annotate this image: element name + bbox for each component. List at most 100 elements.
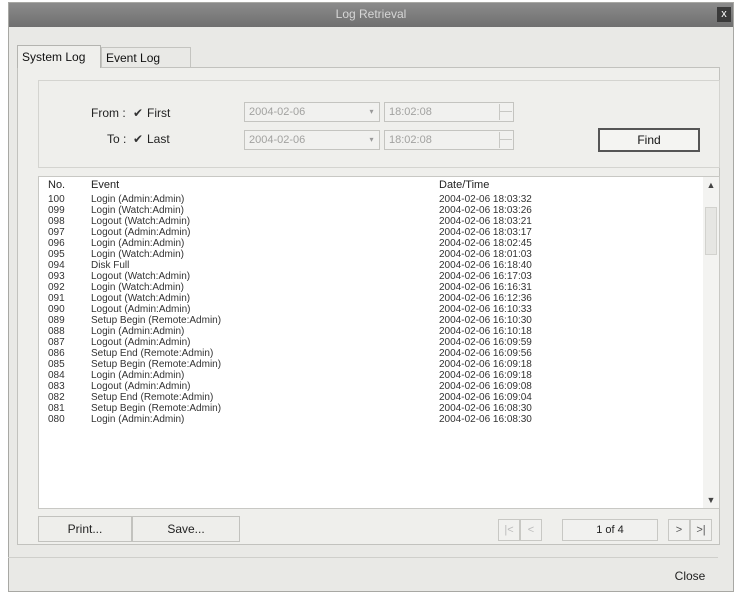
table-row[interactable]: 080 Login (Admin:Admin) 2004-02-06 16:08:3… — [39, 414, 704, 425]
column-header-event[interactable]: Event — [91, 179, 119, 191]
row-datetime: 2004-02-06 16:09:04 — [439, 392, 532, 403]
scroll-down-icon[interactable]: ▼ — [703, 492, 719, 508]
check-icon[interactable]: ✔ — [133, 106, 143, 120]
title-bar[interactable]: Log Retrieval x — [9, 3, 733, 27]
table-row[interactable]: 087 Logout (Admin:Admin) 2004-02-06 16:09:… — [39, 337, 704, 348]
row-event: Login (Admin:Admin) — [91, 370, 185, 381]
check-icon[interactable]: ✔ — [133, 132, 143, 146]
column-header-datetime[interactable]: Date/Time — [439, 179, 489, 191]
row-event: Login (Admin:Admin) — [91, 238, 185, 249]
table-row[interactable]: 100 Login (Admin:Admin) 2004-02-06 18:03:3… — [39, 194, 704, 205]
from-time-field[interactable]: 18:02:08 — [384, 102, 514, 122]
row-datetime: 2004-02-06 16:12:36 — [439, 293, 532, 304]
spinner-icon[interactable] — [499, 104, 512, 120]
row-event: Setup Begin (Remote:Admin) — [91, 315, 222, 326]
table-row[interactable]: 086 Setup End (Remote:Admin) 2004-02-06 16… — [39, 348, 704, 359]
row-datetime: 2004-02-06 16:09:18 — [439, 370, 532, 381]
column-header-no[interactable]: No. — [48, 179, 65, 191]
scroll-thumb[interactable] — [705, 207, 717, 255]
row-no: 096 — [48, 238, 65, 249]
to-time-value: 18:02:08 — [389, 134, 432, 146]
table-row[interactable]: 098 Logout (Watch:Admin) 2004-02-06 18:03:… — [39, 216, 704, 227]
row-no: 080 — [48, 414, 65, 425]
table-row[interactable]: 088 Login (Admin:Admin) 2004-02-06 16:10:1… — [39, 326, 704, 337]
close-icon[interactable]: x — [717, 7, 731, 22]
filter-group — [38, 80, 720, 168]
row-event: Logout (Watch:Admin) — [91, 216, 191, 227]
row-no: 086 — [48, 348, 65, 359]
from-date-field[interactable]: 2004-02-06 ▾ — [244, 102, 380, 122]
row-no: 082 — [48, 392, 65, 403]
row-no: 094 — [48, 260, 65, 271]
row-datetime: 2004-02-06 16:10:33 — [439, 304, 532, 315]
table-row[interactable]: 092 Login (Watch:Admin) 2004-02-06 16:16:3… — [39, 282, 704, 293]
page-indicator: 1 of 4 — [562, 519, 658, 541]
row-no: 084 — [48, 370, 65, 381]
log-list[interactable]: No. Event Date/Time 100 Login (Admin:Admi… — [38, 176, 720, 509]
row-datetime: 2004-02-06 18:03:21 — [439, 216, 532, 227]
row-datetime: 2004-02-06 18:03:17 — [439, 227, 532, 238]
row-no: 093 — [48, 271, 65, 282]
table-row[interactable]: 090 Logout (Admin:Admin) 2004-02-06 16:10:… — [39, 304, 704, 315]
first-page-button[interactable]: |< — [498, 519, 520, 541]
vertical-scrollbar[interactable]: ▲ ▼ — [703, 177, 719, 508]
row-event: Setup Begin (Remote:Admin) — [91, 403, 222, 414]
row-datetime: 2004-02-06 18:02:45 — [439, 238, 532, 249]
row-datetime: 2004-02-06 18:01:03 — [439, 249, 532, 260]
row-event: Setup Begin (Remote:Admin) — [91, 359, 222, 370]
to-time-field[interactable]: 18:02:08 — [384, 130, 514, 150]
first-checkbox-label[interactable]: First — [147, 106, 170, 120]
row-event: Logout (Admin:Admin) — [91, 227, 191, 238]
spinner-icon[interactable] — [499, 132, 512, 148]
table-row[interactable]: 081 Setup Begin (Remote:Admin) 2004-02-06 … — [39, 403, 704, 414]
chevron-down-icon[interactable]: ▾ — [365, 104, 378, 120]
chevron-down-icon[interactable]: ▾ — [365, 132, 378, 148]
row-no: 089 — [48, 315, 65, 326]
close-button[interactable]: Close — [658, 564, 722, 588]
to-date-value: 2004-02-06 — [249, 134, 306, 146]
row-no: 091 — [48, 293, 65, 304]
row-event: Logout (Admin:Admin) — [91, 337, 191, 348]
row-datetime: 2004-02-06 18:03:26 — [439, 205, 532, 216]
tab-system-log[interactable]: System Log — [17, 45, 101, 68]
table-row[interactable]: 095 Login (Watch:Admin) 2004-02-06 18:01:0… — [39, 249, 704, 260]
row-no: 099 — [48, 205, 65, 216]
find-button[interactable]: Find — [598, 128, 700, 152]
tab-event-log[interactable]: Event Log — [101, 47, 191, 67]
row-datetime: 2004-02-06 16:08:30 — [439, 403, 532, 414]
row-datetime: 2004-02-06 16:09:56 — [439, 348, 532, 359]
to-date-field[interactable]: 2004-02-06 ▾ — [244, 130, 380, 150]
row-no: 085 — [48, 359, 65, 370]
table-row[interactable]: 096 Login (Admin:Admin) 2004-02-06 18:02:4… — [39, 238, 704, 249]
table-row[interactable]: 083 Logout (Admin:Admin) 2004-02-06 16:09:… — [39, 381, 704, 392]
row-no: 095 — [48, 249, 65, 260]
row-no: 088 — [48, 326, 65, 337]
prev-page-button[interactable]: < — [520, 519, 542, 541]
last-checkbox-label[interactable]: Last — [147, 132, 170, 146]
next-page-button[interactable]: > — [668, 519, 690, 541]
row-event: Login (Admin:Admin) — [91, 194, 185, 205]
row-datetime: 2004-02-06 16:10:18 — [439, 326, 532, 337]
separator — [8, 557, 718, 558]
table-row[interactable]: 099 Login (Watch:Admin) 2004-02-06 18:03:2… — [39, 205, 704, 216]
table-row[interactable]: 091 Logout (Watch:Admin) 2004-02-06 16:12:… — [39, 293, 704, 304]
row-datetime: 2004-02-06 16:09:18 — [439, 359, 532, 370]
scroll-up-icon[interactable]: ▲ — [703, 177, 719, 193]
table-row[interactable]: 089 Setup Begin (Remote:Admin) 2004-02-06 … — [39, 315, 704, 326]
table-row[interactable]: 094 Disk Full 2004-02-06 16:18:40 — [39, 260, 704, 271]
print-button[interactable]: Print... — [38, 516, 132, 542]
table-row[interactable]: 097 Logout (Admin:Admin) 2004-02-06 18:03:… — [39, 227, 704, 238]
row-event: Login (Watch:Admin) — [91, 249, 184, 260]
table-row[interactable]: 084 Login (Admin:Admin) 2004-02-06 16:09:1… — [39, 370, 704, 381]
save-button[interactable]: Save... — [132, 516, 240, 542]
row-no: 100 — [48, 194, 65, 205]
table-row[interactable]: 085 Setup Begin (Remote:Admin) 2004-02-06 … — [39, 359, 704, 370]
from-time-value: 18:02:08 — [389, 106, 432, 118]
window-title: Log Retrieval — [335, 7, 407, 21]
last-page-button[interactable]: >| — [690, 519, 712, 541]
from-label: From : — [91, 106, 126, 120]
table-row[interactable]: 093 Logout (Watch:Admin) 2004-02-06 16:17:… — [39, 271, 704, 282]
row-no: 083 — [48, 381, 65, 392]
row-datetime: 2004-02-06 16:17:03 — [439, 271, 532, 282]
table-row[interactable]: 082 Setup End (Remote:Admin) 2004-02-06 16… — [39, 392, 704, 403]
